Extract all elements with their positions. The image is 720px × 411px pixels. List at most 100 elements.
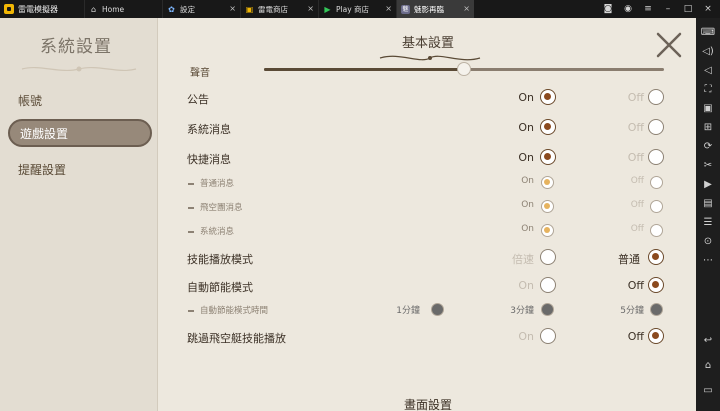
home-nav-icon[interactable]: ⌂ <box>700 357 716 374</box>
emulator-brand[interactable]: 雷電模擬器 <box>0 0 84 18</box>
divider-ornament-icon <box>379 55 481 61</box>
close-icon[interactable]: × <box>463 4 470 14</box>
emulator-nav-buttons: ↩ ⌂ ▭ <box>700 332 716 401</box>
sound-slider[interactable] <box>264 62 664 76</box>
tab-label: 魅影再臨 <box>414 4 444 14</box>
folder-icon[interactable]: ▤ <box>700 195 716 212</box>
setting-label: 系統消息 <box>188 225 234 237</box>
tab-label: Play 商店 <box>336 4 370 14</box>
option-normal-label: 普通 <box>618 253 640 266</box>
keyboard-icon[interactable]: ⌨ <box>700 24 716 41</box>
sidebar-item-account[interactable]: 帳號 <box>8 86 152 114</box>
system-sub-on-radio[interactable] <box>541 224 554 237</box>
airship-message-off-radio[interactable] <box>650 200 663 213</box>
operations-icon[interactable]: ☰ <box>700 214 716 231</box>
home-icon: ⌂ <box>90 4 97 14</box>
gamepad-icon[interactable]: ◙ <box>602 3 614 15</box>
system-message-on-radio[interactable] <box>540 119 556 135</box>
close-icon[interactable]: × <box>229 4 236 14</box>
sidebar-item-reminder-settings[interactable]: 提醒設置 <box>8 155 152 183</box>
record-icon[interactable]: ▶ <box>700 176 716 193</box>
skip-airship-off-radio[interactable] <box>648 328 664 344</box>
sidebar-item-label: 帳號 <box>18 93 43 108</box>
tab-play-store[interactable]: ▶ Play 商店 × <box>318 0 396 18</box>
auto-save-on-radio[interactable] <box>540 277 556 293</box>
normal-message-off-radio[interactable] <box>650 176 663 189</box>
option-1min-label: 1分鐘 <box>396 306 420 316</box>
time-3min-radio[interactable] <box>541 303 554 316</box>
gear-icon: ✿ <box>168 4 175 14</box>
announcement-on-radio[interactable] <box>540 89 556 105</box>
setting-label-text: 飛空團消息 <box>200 203 243 213</box>
skip-airship-on-radio[interactable] <box>540 328 556 344</box>
setting-label: 技能播放模式 <box>187 253 253 266</box>
sidebar-item-label: 遊戲設置 <box>20 126 69 141</box>
quick-message-on-radio[interactable] <box>540 149 556 165</box>
install-apk-icon[interactable]: ⊞ <box>700 119 716 136</box>
settings-sidebar: 系統設置 帳號 遊戲設置 提醒設置 <box>0 18 158 411</box>
maximize-icon[interactable]: □ <box>682 3 694 15</box>
minimize-icon[interactable]: – <box>662 3 674 15</box>
setting-label-text: 系統消息 <box>200 227 235 237</box>
setting-row-system-message-sub: 系統消息 On Off <box>160 219 696 243</box>
back-icon[interactable]: ↩ <box>700 332 716 349</box>
airship-message-on-radio[interactable] <box>541 200 554 213</box>
close-window-icon[interactable]: × <box>702 3 714 15</box>
screenshot-icon[interactable]: ▣ <box>700 100 716 117</box>
option-on-label: On <box>518 330 534 343</box>
sound-label: 聲音 <box>190 68 210 79</box>
scissors-icon[interactable]: ✂ <box>700 157 716 174</box>
system-message-off-radio[interactable] <box>648 119 664 135</box>
close-icon[interactable]: × <box>307 4 314 14</box>
close-icon[interactable] <box>652 28 686 62</box>
option-off-label: Off <box>630 176 644 186</box>
setting-row-airship-message: 飛空團消息 On Off <box>160 195 696 219</box>
sub-item-dash <box>188 182 194 185</box>
sidebar-item-label: 提醒設置 <box>18 162 67 177</box>
option-on-label: On <box>518 151 534 164</box>
normal-message-on-radio[interactable] <box>541 176 554 189</box>
sound-slider-knob[interactable] <box>457 62 471 76</box>
close-icon[interactable]: × <box>385 4 392 14</box>
volume-up-icon[interactable]: ◁) <box>700 43 716 60</box>
recent-apps-icon[interactable]: ▭ <box>700 382 716 399</box>
option-3min-label: 3分鐘 <box>510 306 534 316</box>
auto-save-off-radio[interactable] <box>648 277 664 293</box>
system-sub-off-radio[interactable] <box>650 224 663 237</box>
emulator-app-name: 雷電模擬器 <box>18 4 58 14</box>
skill-speed-radio[interactable] <box>540 249 556 265</box>
setting-row-skip-airship: 跳過飛空艇技能播放 On Off <box>160 325 696 349</box>
sub-item-dash <box>188 230 194 233</box>
skill-normal-radio[interactable] <box>648 249 664 265</box>
quick-message-off-radio[interactable] <box>648 149 664 165</box>
setting-label: 快捷消息 <box>187 153 231 166</box>
time-5min-radio[interactable] <box>650 303 663 316</box>
setting-row-quick-message: 快捷消息 On Off <box>160 146 696 170</box>
setting-label: 跳過飛空艇技能播放 <box>187 332 286 345</box>
sync-icon[interactable]: ⟳ <box>700 138 716 155</box>
announcement-off-radio[interactable] <box>648 89 664 105</box>
ldplayer-logo-icon <box>4 4 14 14</box>
volume-down-icon[interactable]: ◁ <box>700 62 716 79</box>
sidebar-title: 系統設置 <box>40 37 112 57</box>
tab-game[interactable]: 魅 魅影再臨 × <box>396 0 474 18</box>
account-icon[interactable]: ◉ <box>622 3 634 15</box>
more-icon[interactable]: ⋯ <box>700 252 716 269</box>
sidebar-item-game-settings[interactable]: 遊戲設置 <box>8 119 152 147</box>
setting-row-announcement: 公告 On Off <box>160 86 696 110</box>
tab-home[interactable]: ⌂ Home <box>84 0 162 18</box>
fullscreen-icon[interactable]: ⛶ <box>700 81 716 98</box>
time-1min-radio[interactable] <box>431 303 444 316</box>
tab-settings[interactable]: ✿ 設定 × <box>162 0 240 18</box>
menu-icon[interactable]: ≡ <box>642 3 654 15</box>
setting-row-system-message: 系統消息 On Off <box>160 116 696 140</box>
next-section-title: 畫面設置 <box>403 398 452 411</box>
option-off-label: Off <box>630 224 644 234</box>
rotate-icon[interactable]: ⊙ <box>700 233 716 250</box>
tab-store[interactable]: ▣ 雷電商店 × <box>240 0 318 18</box>
tab-label: 設定 <box>180 4 195 14</box>
setting-label-text: 普通消息 <box>200 179 235 189</box>
option-on-label: On <box>521 200 534 210</box>
option-on-label: On <box>518 121 534 134</box>
setting-row-auto-save: 自動節能模式 On Off <box>160 274 696 298</box>
